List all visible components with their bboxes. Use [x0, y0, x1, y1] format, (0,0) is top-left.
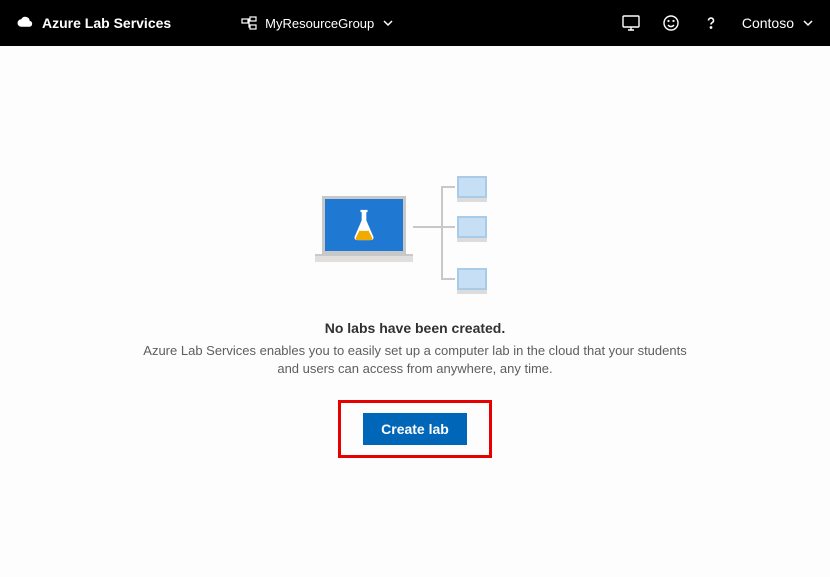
empty-title: No labs have been created.: [325, 320, 506, 336]
resource-group-picker[interactable]: MyResourceGroup: [241, 15, 394, 31]
nav-icon-group: [622, 14, 720, 32]
mini-monitor-icon: [457, 176, 487, 198]
monitor-icon[interactable]: [622, 14, 640, 32]
empty-description: Azure Lab Services enables you to easily…: [135, 342, 695, 378]
resource-group-label: MyResourceGroup: [265, 16, 374, 31]
highlight-annotation: Create lab: [338, 400, 492, 458]
create-lab-button[interactable]: Create lab: [363, 413, 467, 445]
flask-icon: [350, 207, 378, 243]
mini-monitor-icon: [457, 216, 487, 238]
laptop-icon: [315, 196, 413, 262]
smiley-icon[interactable]: [662, 14, 680, 32]
cloud-logo-icon: [16, 14, 34, 32]
empty-state: No labs have been created. Azure Lab Ser…: [0, 46, 830, 458]
brand-title: Azure Lab Services: [42, 15, 171, 31]
brand: Azure Lab Services: [16, 14, 171, 32]
top-nav: Azure Lab Services MyResourceGroup: [0, 0, 830, 46]
chevron-down-icon: [802, 17, 814, 29]
mini-monitor-icon: [457, 268, 487, 290]
resource-group-icon: [241, 15, 257, 31]
empty-illustration: [315, 176, 515, 296]
help-icon[interactable]: [702, 14, 720, 32]
account-label: Contoso: [742, 15, 794, 31]
account-menu[interactable]: Contoso: [742, 15, 814, 31]
chevron-down-icon: [382, 17, 394, 29]
